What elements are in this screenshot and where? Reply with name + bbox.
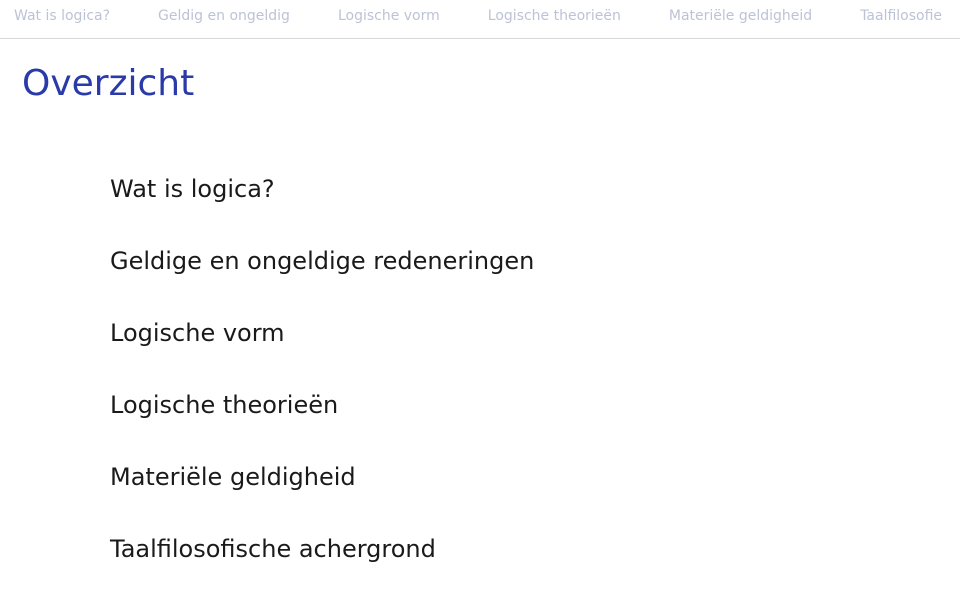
nav-item-logische-theorieen[interactable]: Logische theorieën xyxy=(488,8,621,24)
outline-item: Wat is logica? xyxy=(110,174,960,204)
nav-item-materiele-geldigheid[interactable]: Materiële geldigheid xyxy=(669,8,812,24)
outline-item: Logische vorm xyxy=(110,318,960,348)
top-nav: Wat is logica? Geldig en ongeldig Logisc… xyxy=(0,0,960,39)
outline-item: Geldige en ongeldige redeneringen xyxy=(110,246,960,276)
outline-item: Logische theorieën xyxy=(110,390,960,420)
outline-list: Wat is logica? Geldige en ongeldige rede… xyxy=(0,114,960,564)
nav-item-geldig-en-ongeldig[interactable]: Geldig en ongeldig xyxy=(158,8,290,24)
slide-title: Overzicht xyxy=(0,39,960,114)
nav-item-logische-vorm[interactable]: Logische vorm xyxy=(338,8,440,24)
nav-item-wat-is-logica[interactable]: Wat is logica? xyxy=(14,8,110,24)
nav-item-taalfilosofie[interactable]: Taalfilosofie xyxy=(860,8,942,24)
outline-item: Materiële geldigheid xyxy=(110,462,960,492)
outline-item: Taalfilosofische achergrond xyxy=(110,534,960,564)
